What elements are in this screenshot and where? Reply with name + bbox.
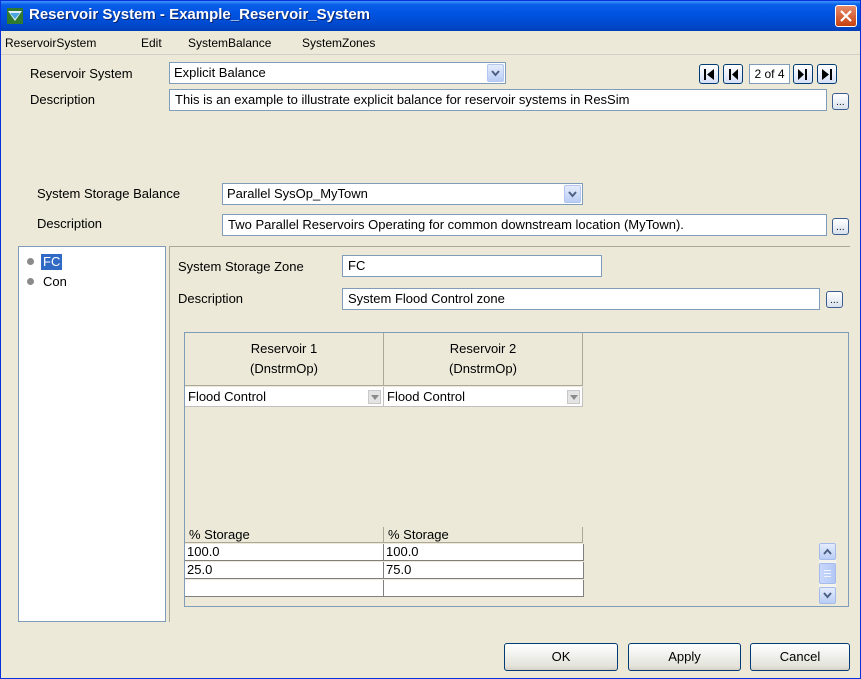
storage-cell[interactable] [384,580,584,597]
tree-item-label: Con [43,274,67,289]
menu-systembalance[interactable]: SystemBalance [188,36,271,50]
zone-label: System Storage Zone [178,259,304,274]
zone-tree: FC Con [18,246,166,622]
storage-balance-value: Parallel SysOp_MyTown [227,186,368,201]
reservoir-op: (DnstrmOp) [250,361,318,376]
scroll-thumb[interactable] [819,563,836,584]
zone-description-field[interactable]: System Flood Control zone [342,288,820,310]
next-record-button[interactable] [793,64,813,84]
reservoir-system-label: Reservoir System [30,66,133,81]
operation-value: Flood Control [188,389,267,404]
reservoir-system-select[interactable]: Explicit Balance [169,62,506,84]
tree-item-label: FC [41,254,63,270]
chevron-down-icon[interactable] [368,390,381,404]
scroll-up-icon [823,548,832,555]
column-header-reservoir-1[interactable]: Reservoir 1 (DnstrmOp) [185,333,384,386]
menu-systemzones[interactable]: SystemZones [302,36,375,50]
zone-description-label: Description [178,291,244,306]
storage-column-header-2: % Storage [384,527,583,543]
previous-record-icon [729,69,738,80]
zone-name-field[interactable]: FC [342,255,602,277]
operation-value: Flood Control [387,389,466,404]
scroll-down-button[interactable] [819,587,836,604]
next-record-icon [798,69,807,80]
close-button[interactable] [835,5,857,27]
chevron-down-icon[interactable] [567,390,580,404]
bullet-icon [27,258,34,265]
ellipsis-icon: ... [836,223,845,233]
scroll-up-button[interactable] [819,543,836,560]
storage-cell[interactable]: 100.0 [185,544,384,561]
reservoir-op: (DnstrmOp) [449,361,517,376]
menu-bar: ReservoirSystem Edit SystemBalance Syste… [1,31,860,55]
first-record-icon [704,69,714,80]
reservoir-description-field[interactable]: This is an example to illustrate explici… [169,89,827,111]
title-bar[interactable]: Reservoir System - Example_Reservoir_Sys… [1,1,860,31]
ellipsis-icon: ... [830,296,839,306]
reservoir-system-window: Reservoir System - Example_Reservoir_Sys… [0,0,861,679]
first-record-button[interactable] [699,64,719,84]
menu-reservoirsystem[interactable]: ReservoirSystem [5,36,96,50]
column-header-reservoir-2[interactable]: Reservoir 2 (DnstrmOp) [384,333,583,386]
storage-balance-description-edit-button[interactable]: ... [832,218,849,235]
cancel-button[interactable]: Cancel [750,643,850,671]
menu-edit[interactable]: Edit [141,36,162,50]
storage-balance-description-label: Description [37,216,103,231]
scroll-down-icon [823,592,832,599]
storage-scrollbar[interactable] [819,543,836,604]
reservoir-grid: Reservoir 1 (DnstrmOp) Reservoir 2 (Dnst… [184,332,849,607]
previous-record-button[interactable] [723,64,743,84]
storage-balance-label: System Storage Balance [37,186,181,201]
storage-balance-description-field[interactable]: Two Parallel Reservoirs Operating for co… [222,214,827,236]
storage-cell[interactable]: 100.0 [384,544,584,561]
storage-cell[interactable] [185,580,384,597]
record-counter: 2 of 4 [749,64,790,84]
operation-select-reservoir-2[interactable]: Flood Control [384,387,583,407]
reservoir-name: Reservoir 1 [250,341,318,356]
storage-cell[interactable]: 75.0 [384,562,584,579]
storage-balance-select[interactable]: Parallel SysOp_MyTown [222,183,583,205]
bullet-icon [27,278,34,285]
last-record-icon [822,69,832,80]
ellipsis-icon: ... [836,98,845,108]
window-title: Reservoir System - Example_Reservoir_Sys… [29,6,371,23]
reservoir-description-edit-button[interactable]: ... [832,93,849,110]
operation-select-reservoir-1[interactable]: Flood Control [185,387,384,407]
zone-description-edit-button[interactable]: ... [826,291,843,308]
chevron-down-icon[interactable] [487,64,504,82]
reservoir-name: Reservoir 2 [449,341,517,356]
close-icon [840,10,852,22]
app-icon [7,8,23,24]
chevron-down-icon[interactable] [564,185,581,203]
reservoir-description-label: Description [30,92,96,107]
reservoir-system-value: Explicit Balance [174,65,266,80]
ok-button[interactable]: OK [504,643,618,671]
apply-button[interactable]: Apply [628,643,741,671]
storage-column-header-1: % Storage [185,527,384,543]
storage-cell[interactable]: 25.0 [185,562,384,579]
last-record-button[interactable] [817,64,837,84]
